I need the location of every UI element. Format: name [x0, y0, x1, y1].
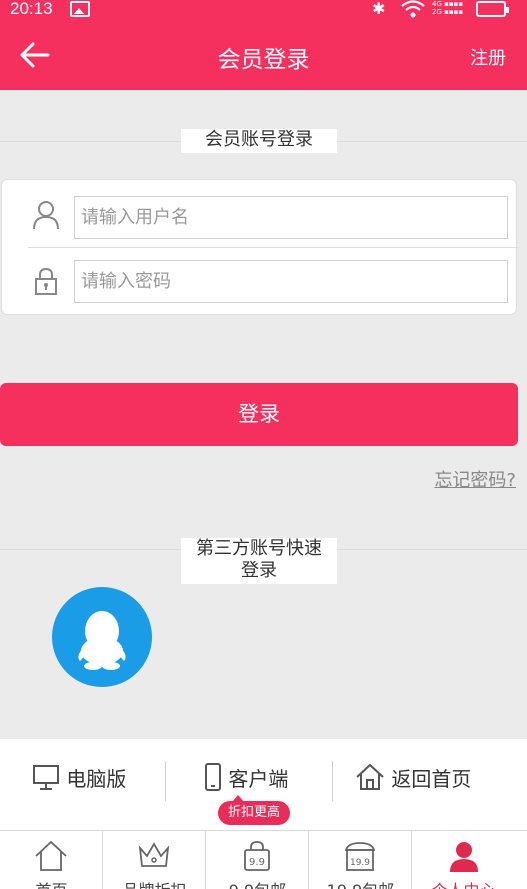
footer-separator — [332, 761, 333, 801]
client-app-link[interactable]: 客户端 — [204, 763, 288, 799]
image-notification-icon — [70, 1, 90, 17]
monitor-icon — [33, 765, 59, 790]
client-app-label: 客户端 — [228, 767, 289, 791]
battery-icon — [476, 1, 509, 17]
network-type-bottom: 2G — [432, 8, 442, 16]
status-bar: 20:13 ✱ 4G ▪▪▪▪ 2G ▪▪▪▪ — [0, 0, 527, 20]
discount-tag: 折扣更高 — [218, 795, 291, 825]
home-icon — [35, 840, 67, 871]
desktop-version-label: 电脑版 — [66, 767, 127, 791]
tab-icon-badge: 9.9 — [249, 857, 265, 868]
third-party-heading-line2: 登录 — [241, 560, 277, 581]
tab-icon-badge: 19.9 — [350, 858, 370, 868]
password-input[interactable] — [74, 260, 508, 303]
tab-label: 19.9包邮 — [309, 877, 412, 889]
tab-label: 个人中心 — [412, 877, 515, 889]
wifi-icon — [401, 0, 425, 18]
home-icon — [356, 763, 384, 790]
qq-login-button[interactable] — [52, 587, 152, 687]
bluetooth-icon: ✱ — [372, 0, 386, 18]
desktop-version-link[interactable]: 电脑版 — [32, 763, 126, 799]
user-icon — [449, 842, 478, 872]
tab-label: 品牌折扣 — [103, 877, 206, 889]
tab-19.9-shipping[interactable]: 19.9 19.9包邮 — [309, 831, 412, 889]
login-form — [1, 179, 518, 315]
tab-personal-center[interactable]: 个人中心 — [412, 831, 515, 889]
app-header: 会员登录 注册 — [0, 20, 527, 90]
phone-icon — [205, 763, 221, 791]
user-icon — [33, 201, 59, 230]
footer-links: 电脑版 客户端 折扣更高 返回首页 — [0, 739, 527, 830]
tab-brand-discount[interactable]: 品牌折扣 — [103, 831, 206, 889]
tab-home[interactable]: 首页 — [0, 831, 103, 889]
register-link[interactable]: 注册 — [470, 44, 506, 70]
account-login-heading: 会员账号登录 — [181, 129, 337, 153]
footer-separator — [165, 761, 166, 801]
username-row — [2, 180, 518, 246]
network-type-top: 4G — [432, 0, 442, 8]
tab-label: 首页 — [0, 877, 103, 889]
crown-icon — [138, 842, 170, 867]
third-party-heading: 第三方账号快速 登录 — [181, 538, 337, 584]
login-button[interactable]: 登录 — [0, 383, 518, 446]
shop-19.9-icon: 19.9 — [344, 842, 376, 871]
bag-9.9-icon: 9.9 — [244, 841, 270, 871]
back-home-label: 返回首页 — [391, 767, 472, 791]
lock-icon — [35, 267, 57, 295]
tab-9.9-shipping[interactable]: 9.9 9.9包邮 — [206, 831, 309, 889]
tab-label: 9.9包邮 — [206, 877, 309, 889]
back-home-link[interactable]: 返回首页 — [355, 763, 471, 799]
third-party-heading-line1: 第三方账号快速 — [196, 538, 322, 559]
bottom-tab-bar: 首页 品牌折扣 9.9 9.9包邮 19.9 19.9包邮 个人中心 — [0, 830, 527, 889]
forgot-password-link[interactable]: 忘记密码? — [434, 466, 516, 492]
username-input[interactable] — [74, 196, 508, 239]
password-row — [2, 246, 518, 312]
status-time: 20:13 — [10, 0, 53, 18]
page-title: 会员登录 — [217, 47, 310, 73]
cellular-signal-icon: 4G ▪▪▪▪ 2G ▪▪▪▪ — [432, 0, 464, 16]
qq-icon — [78, 611, 126, 670]
